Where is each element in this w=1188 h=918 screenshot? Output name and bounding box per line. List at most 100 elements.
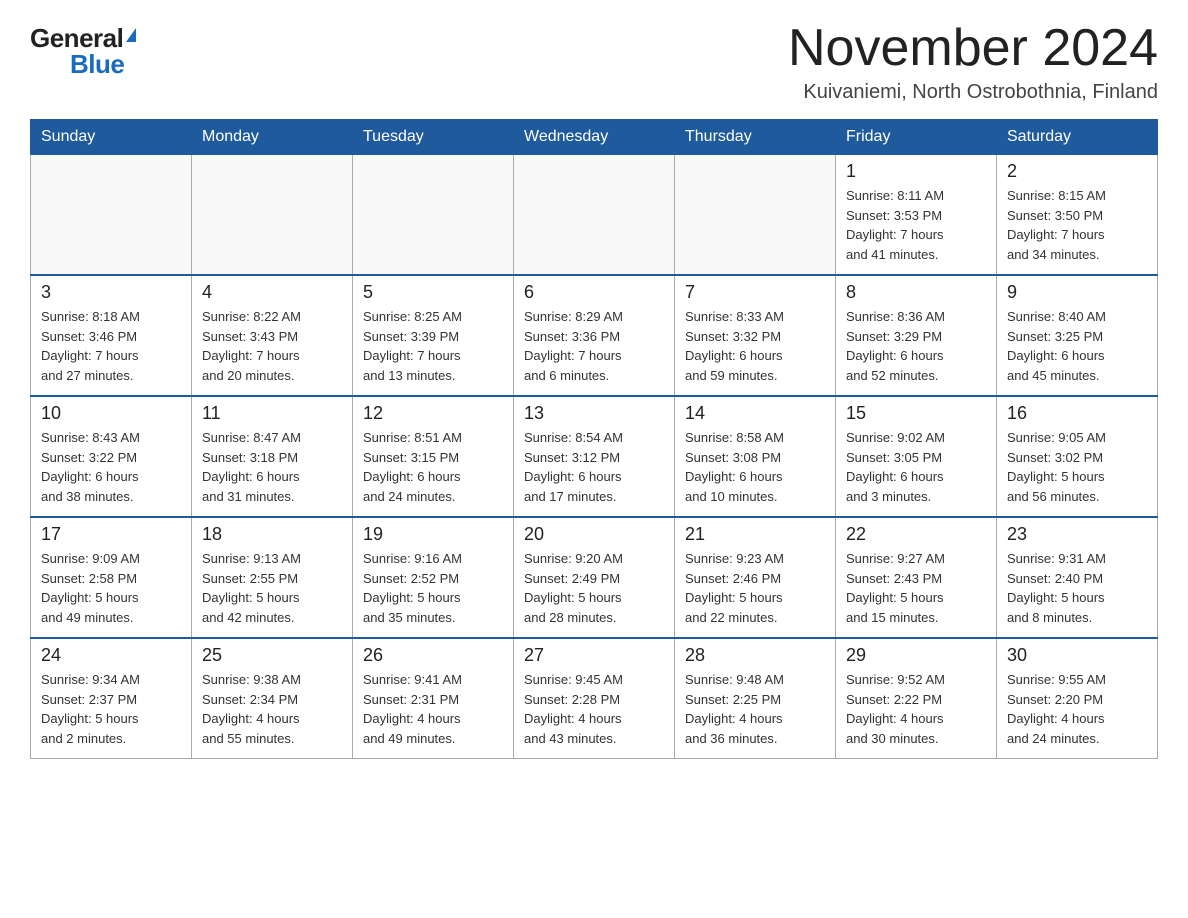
day-info: Sunrise: 8:43 AMSunset: 3:22 PMDaylight:…: [41, 428, 181, 506]
calendar-header-sunday: Sunday: [31, 120, 192, 155]
calendar-week-row: 1Sunrise: 8:11 AMSunset: 3:53 PMDaylight…: [31, 155, 1158, 276]
calendar-header-thursday: Thursday: [675, 120, 836, 155]
day-info: Sunrise: 8:40 AMSunset: 3:25 PMDaylight:…: [1007, 307, 1147, 385]
day-info: Sunrise: 9:16 AMSunset: 2:52 PMDaylight:…: [363, 549, 503, 627]
day-number: 21: [685, 524, 825, 545]
day-info: Sunrise: 8:51 AMSunset: 3:15 PMDaylight:…: [363, 428, 503, 506]
day-number: 10: [41, 403, 181, 424]
day-number: 16: [1007, 403, 1147, 424]
day-number: 15: [846, 403, 986, 424]
calendar-cell: 10 Sunrise: 8:43 AMSunset: 3:22 PMDayligh…: [31, 396, 192, 517]
calendar-cell: 17 Sunrise: 9:09 AMSunset: 2:58 PMDayligh…: [31, 517, 192, 638]
day-info: Sunrise: 8:58 AMSunset: 3:08 PMDaylight:…: [685, 428, 825, 506]
calendar-cell: 12Sunrise: 8:51 AMSunset: 3:15 PMDayligh…: [353, 396, 514, 517]
day-number: 8: [846, 282, 986, 303]
calendar-cell: 23Sunrise: 9:31 AMSunset: 2:40 PMDayligh…: [997, 517, 1158, 638]
day-number: 19: [363, 524, 503, 545]
day-number: 17: [41, 524, 181, 545]
calendar-cell: [514, 155, 675, 276]
day-number: 24: [41, 645, 181, 666]
day-number: 2: [1007, 161, 1147, 182]
calendar-cell: 15 Sunrise: 9:02 AMSunset: 3:05 PMDayligh…: [836, 396, 997, 517]
day-number: 26: [363, 645, 503, 666]
day-info: Sunrise: 8:29 AMSunset: 3:36 PMDaylight:…: [524, 307, 664, 385]
calendar-cell: 21 Sunrise: 9:23 AMSunset: 2:46 PMDayligh…: [675, 517, 836, 638]
day-info: Sunrise: 9:48 AMSunset: 2:25 PMDaylight:…: [685, 670, 825, 748]
day-info: Sunrise: 8:54 AMSunset: 3:12 PMDaylight:…: [524, 428, 664, 506]
calendar-cell: 16Sunrise: 9:05 AMSunset: 3:02 PMDayligh…: [997, 396, 1158, 517]
day-number: 20: [524, 524, 664, 545]
day-info: Sunrise: 8:15 AMSunset: 3:50 PMDaylight:…: [1007, 186, 1147, 264]
day-info: Sunrise: 9:45 AMSunset: 2:28 PMDaylight:…: [524, 670, 664, 748]
day-info: Sunrise: 8:22 AMSunset: 3:43 PMDaylight:…: [202, 307, 342, 385]
day-number: 18: [202, 524, 342, 545]
day-number: 4: [202, 282, 342, 303]
calendar-cell: [31, 155, 192, 276]
day-info: Sunrise: 8:47 AMSunset: 3:18 PMDaylight:…: [202, 428, 342, 506]
day-number: 6: [524, 282, 664, 303]
day-info: Sunrise: 9:23 AMSunset: 2:46 PMDaylight:…: [685, 549, 825, 627]
logo: General Blue: [30, 20, 136, 77]
day-number: 30: [1007, 645, 1147, 666]
calendar-cell: 2 Sunrise: 8:15 AMSunset: 3:50 PMDaylight…: [997, 155, 1158, 276]
calendar-header-row: SundayMondayTuesdayWednesdayThursdayFrid…: [31, 120, 1158, 155]
day-number: 25: [202, 645, 342, 666]
day-number: 11: [202, 403, 342, 424]
calendar-cell: 22 Sunrise: 9:27 AMSunset: 2:43 PMDayligh…: [836, 517, 997, 638]
day-info: Sunrise: 8:11 AMSunset: 3:53 PMDaylight:…: [846, 186, 986, 264]
day-info: Sunrise: 9:09 AMSunset: 2:58 PMDaylight:…: [41, 549, 181, 627]
calendar-subtitle: Kuivaniemi, North Ostrobothnia, Finland: [788, 81, 1158, 104]
calendar-cell: 19 Sunrise: 9:16 AMSunset: 2:52 PMDayligh…: [353, 517, 514, 638]
day-number: 13: [524, 403, 664, 424]
calendar-cell: 13 Sunrise: 8:54 AMSunset: 3:12 PMDayligh…: [514, 396, 675, 517]
day-info: Sunrise: 9:13 AMSunset: 2:55 PMDaylight:…: [202, 549, 342, 627]
day-info: Sunrise: 8:33 AMSunset: 3:32 PMDaylight:…: [685, 307, 825, 385]
calendar-header-wednesday: Wednesday: [514, 120, 675, 155]
logo-general: General: [30, 25, 123, 51]
calendar-cell: 18 Sunrise: 9:13 AMSunset: 2:55 PMDayligh…: [192, 517, 353, 638]
calendar-cell: 9 Sunrise: 8:40 AMSunset: 3:25 PMDaylight…: [997, 275, 1158, 396]
day-info: Sunrise: 9:52 AMSunset: 2:22 PMDaylight:…: [846, 670, 986, 748]
calendar-cell: 8 Sunrise: 8:36 AMSunset: 3:29 PMDaylight…: [836, 275, 997, 396]
day-number: 9: [1007, 282, 1147, 303]
calendar-cell: 27 Sunrise: 9:45 AMSunset: 2:28 PMDayligh…: [514, 638, 675, 759]
calendar-cell: 26 Sunrise: 9:41 AMSunset: 2:31 PMDayligh…: [353, 638, 514, 759]
calendar-header-friday: Friday: [836, 120, 997, 155]
calendar-cell: 20Sunrise: 9:20 AMSunset: 2:49 PMDayligh…: [514, 517, 675, 638]
logo-blue: Blue: [70, 51, 124, 77]
calendar-table: SundayMondayTuesdayWednesdayThursdayFrid…: [30, 119, 1158, 759]
calendar-header-tuesday: Tuesday: [353, 120, 514, 155]
day-number: 7: [685, 282, 825, 303]
calendar-cell: 14Sunrise: 8:58 AMSunset: 3:08 PMDayligh…: [675, 396, 836, 517]
calendar-header-saturday: Saturday: [997, 120, 1158, 155]
day-number: 27: [524, 645, 664, 666]
logo-triangle-icon: [126, 28, 136, 42]
calendar-cell: 3 Sunrise: 8:18 AMSunset: 3:46 PMDaylight…: [31, 275, 192, 396]
calendar-title: November 2024: [788, 20, 1158, 77]
day-number: 3: [41, 282, 181, 303]
calendar-cell: 28 Sunrise: 9:48 AMSunset: 2:25 PMDayligh…: [675, 638, 836, 759]
calendar-cell: 5Sunrise: 8:25 AMSunset: 3:39 PMDaylight…: [353, 275, 514, 396]
day-info: Sunrise: 9:02 AMSunset: 3:05 PMDaylight:…: [846, 428, 986, 506]
day-number: 5: [363, 282, 503, 303]
day-number: 22: [846, 524, 986, 545]
day-info: Sunrise: 8:36 AMSunset: 3:29 PMDaylight:…: [846, 307, 986, 385]
day-info: Sunrise: 9:38 AMSunset: 2:34 PMDaylight:…: [202, 670, 342, 748]
calendar-week-row: 24Sunrise: 9:34 AMSunset: 2:37 PMDayligh…: [31, 638, 1158, 759]
calendar-week-row: 17 Sunrise: 9:09 AMSunset: 2:58 PMDayligh…: [31, 517, 1158, 638]
calendar-week-row: 10 Sunrise: 8:43 AMSunset: 3:22 PMDayligh…: [31, 396, 1158, 517]
day-info: Sunrise: 9:41 AMSunset: 2:31 PMDaylight:…: [363, 670, 503, 748]
calendar-cell: 11 Sunrise: 8:47 AMSunset: 3:18 PMDayligh…: [192, 396, 353, 517]
day-number: 29: [846, 645, 986, 666]
calendar-cell: [675, 155, 836, 276]
calendar-cell: 25 Sunrise: 9:38 AMSunset: 2:34 PMDayligh…: [192, 638, 353, 759]
day-info: Sunrise: 9:27 AMSunset: 2:43 PMDaylight:…: [846, 549, 986, 627]
calendar-cell: 24Sunrise: 9:34 AMSunset: 2:37 PMDayligh…: [31, 638, 192, 759]
calendar-header-monday: Monday: [192, 120, 353, 155]
day-number: 28: [685, 645, 825, 666]
day-number: 23: [1007, 524, 1147, 545]
day-info: Sunrise: 8:18 AMSunset: 3:46 PMDaylight:…: [41, 307, 181, 385]
calendar-cell: 30 Sunrise: 9:55 AMSunset: 2:20 PMDayligh…: [997, 638, 1158, 759]
title-section: November 2024 Kuivaniemi, North Ostrobot…: [788, 20, 1158, 104]
day-info: Sunrise: 9:55 AMSunset: 2:20 PMDaylight:…: [1007, 670, 1147, 748]
